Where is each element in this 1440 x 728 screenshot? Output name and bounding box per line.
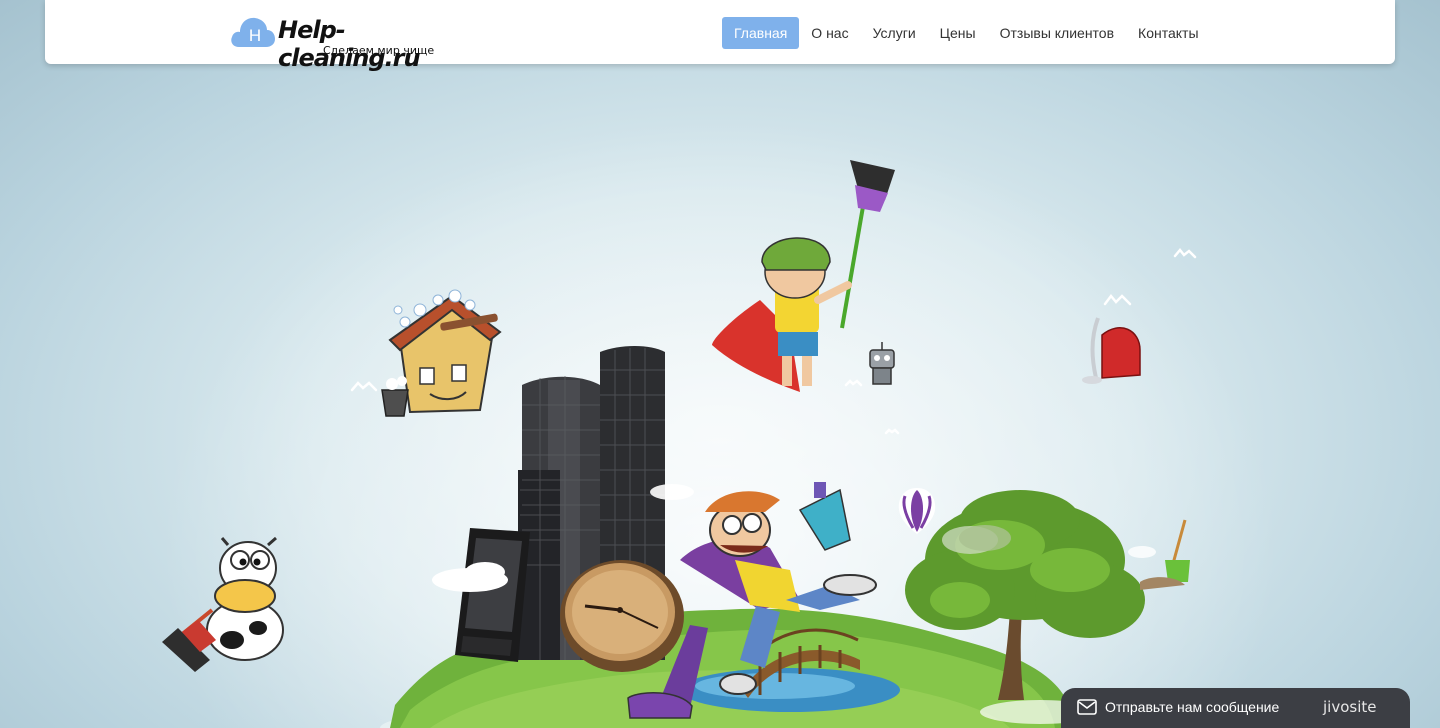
superhero-kid-character [712,160,895,392]
robot-icon [869,342,895,385]
smartphone [455,528,530,662]
seagull-icon [884,428,900,435]
envelope-icon [1077,699,1097,715]
chat-widget-label: Отправьте нам сообщение [1105,699,1280,715]
pond [680,668,900,712]
hot-air-balloon-icon [898,488,936,534]
cow-character [162,536,284,672]
jivosite-logo: jivosite [1323,698,1377,716]
vacuum-cleaner-icon [1082,317,1141,384]
chat-widget[interactable]: Отправьте нам сообщение jivosite [1061,688,1410,728]
seagull-icon [1103,293,1132,306]
hero-illustration [0,0,1440,728]
seagull-icon [350,381,378,392]
washing-house-character [381,289,502,417]
seagull-icon [844,379,863,387]
clock-icon [560,560,684,672]
hero-scene-svg [162,160,1197,728]
